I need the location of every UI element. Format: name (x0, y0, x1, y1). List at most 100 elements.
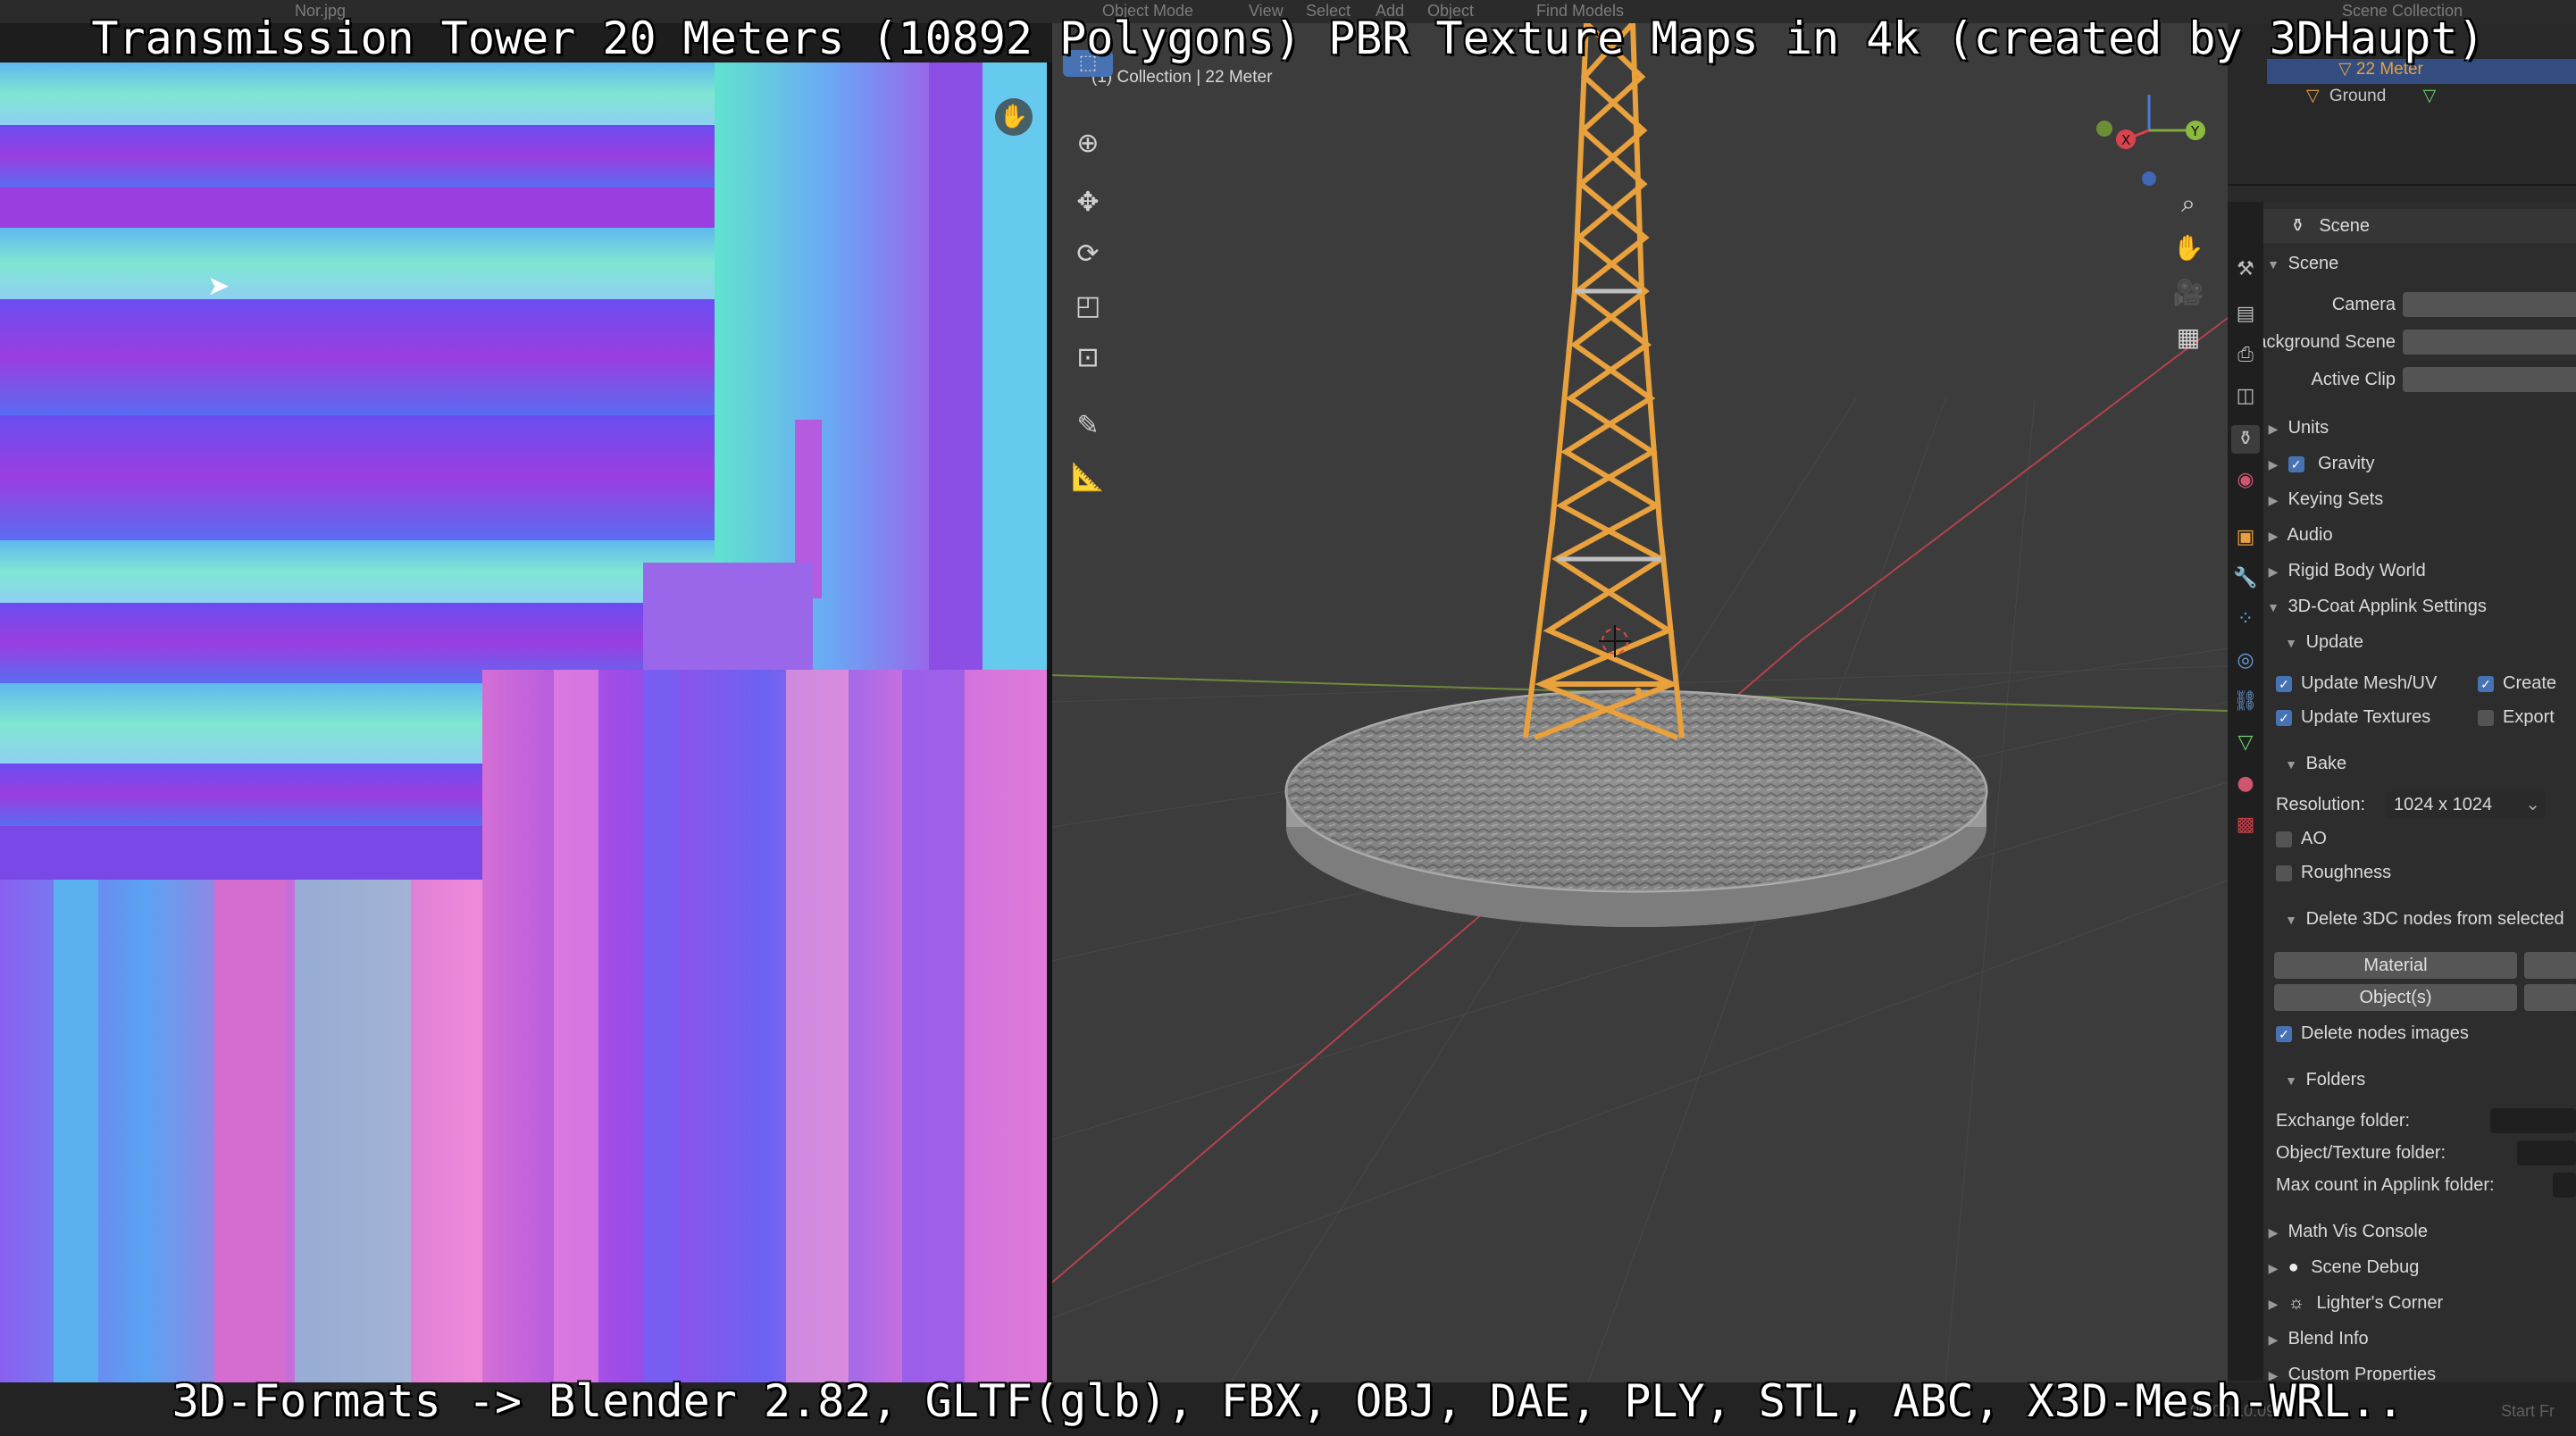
object-texture-folder-label: Object/Texture folder: (2276, 1143, 2446, 1163)
hand-pan-icon[interactable]: ✋ (995, 98, 1033, 136)
image-nav-tools: ✋ (991, 98, 1036, 196)
modifier-tab-icon[interactable]: 🔧 (2231, 564, 2260, 593)
output-tab-icon[interactable]: ⎙ (2231, 341, 2260, 370)
delete-images-checkbox[interactable]: ✓ (2276, 1025, 2292, 1042)
ao-checkbox[interactable] (2276, 831, 2292, 847)
caption-top: Transmission Tower 20 Meters (10892 Poly… (91, 13, 2485, 64)
max-count-field[interactable] (2553, 1173, 2576, 1198)
move-tool-icon[interactable]: ✥ (1063, 180, 1113, 225)
collapsed-triangle-icon: ▶ (2268, 529, 2279, 543)
outliner-item-label: Ground (2329, 87, 2387, 105)
max-count-label: Max count in Applink folder: (2276, 1175, 2495, 1195)
delete-images-row: ✓ Delete nodes images (2263, 1016, 2576, 1050)
rotate-tool-icon[interactable]: ⟳ (1063, 232, 1113, 277)
exchange-folder-field[interactable] (2490, 1108, 2576, 1133)
panel-blend-info[interactable]: ▶ Blend Info (2263, 1322, 2576, 1356)
create-label: Create (2503, 673, 2557, 693)
panel-audio[interactable]: ▶ Audio (2263, 518, 2576, 552)
camera-row: Camera (2263, 288, 2576, 321)
subpanel-bake[interactable]: ▼ Bake (2263, 747, 2576, 781)
panel-math-vis-console[interactable]: ▶ Math Vis Console (2263, 1215, 2576, 1248)
material-tab-icon[interactable]: ● (2231, 770, 2260, 798)
panel-rigid-body-world[interactable]: ▶ Rigid Body World (2263, 554, 2576, 588)
panel-units[interactable]: ▶ Units (2263, 411, 2576, 445)
resolution-label: Resolution: (2276, 795, 2366, 814)
tool-tab-icon[interactable]: ⚒ (2231, 255, 2260, 284)
collapsed-triangle-icon: ▶ (2268, 1261, 2279, 1275)
caption-bottom: 3D-Formats -> Blender 2.82, GLTF(glb), F… (171, 1375, 2405, 1427)
collapsed-triangle-icon: ▶ (2268, 493, 2279, 507)
view-layer-tab-icon[interactable]: ◫ (2231, 382, 2260, 411)
panel-scene[interactable]: ▼ Scene (2263, 246, 2576, 280)
render-tab-icon[interactable]: ▤ (2231, 300, 2260, 329)
panel-keying-sets[interactable]: ▶ Keying Sets (2263, 482, 2576, 516)
panel-scene-debug[interactable]: ▶ ● Scene Debug (2263, 1250, 2576, 1284)
gizmo-x-label: X (2121, 132, 2130, 148)
particles-tab-icon[interactable]: ⁘ (2231, 605, 2260, 634)
ao-label: AO (2301, 829, 2327, 848)
panel-3dcoat-applink[interactable]: ▼ 3D-Coat Applink Settings (2263, 589, 2576, 623)
material-button[interactable]: Material (2274, 952, 2517, 979)
subpanel-delete-nodes-label: Delete 3DC nodes from selected (2305, 909, 2564, 929)
camera-view-icon[interactable]: 🎥 (2167, 271, 2210, 314)
constraints-tab-icon[interactable]: ⛓ (2231, 688, 2260, 716)
roughness-checkbox[interactable] (2276, 864, 2292, 881)
scale-tool-icon[interactable]: ◰ (1063, 284, 1113, 329)
grid-perspective-icon[interactable]: ▦ (2167, 316, 2210, 359)
update-textures-checkbox[interactable]: ✓ (2276, 709, 2292, 726)
background-scene-label: Background Scene (2263, 332, 2396, 352)
viewport-scene (1052, 23, 2228, 1382)
scene-tab-icon[interactable]: ⚱ (2231, 425, 2260, 454)
texture-tab-icon[interactable]: ▩ (2231, 811, 2260, 839)
annotate-tool-icon[interactable]: ✎ (1063, 404, 1113, 448)
object-tab-icon[interactable]: ▣ (2231, 523, 2260, 552)
world-tab-icon[interactable]: ◉ (2231, 466, 2260, 495)
collapsed-triangle-icon: ▶ (2268, 564, 2279, 579)
subpanel-update[interactable]: ▼ Update (2263, 625, 2576, 659)
export-label: Export (2503, 707, 2555, 727)
background-scene-field[interactable] (2403, 330, 2576, 355)
delete-images-label: Delete nodes images (2301, 1023, 2469, 1043)
subpanel-folders[interactable]: ▼ Folders (2263, 1063, 2576, 1097)
collapsed-triangle-icon: ▶ (2268, 422, 2279, 436)
panel-scene-debug-label: Scene Debug (2311, 1257, 2420, 1277)
properties-context-header: ⚱ Scene (2263, 209, 2576, 243)
panel-lighters-corner[interactable]: ▶ ☼ Lighter's Corner (2263, 1286, 2576, 1320)
cursor-tool-icon[interactable]: ⊕ (1063, 121, 1113, 166)
update-mesh-uv-checkbox[interactable]: ✓ (2276, 675, 2292, 692)
hand-pan-icon[interactable]: ✋ (2167, 227, 2210, 270)
measure-tool-icon[interactable]: 📐 (1063, 455, 1113, 500)
circle-icon: ● (2287, 1257, 2299, 1277)
panel-gravity[interactable]: ▶ ✓ Gravity (2263, 447, 2576, 480)
properties-editor: ⚱ Scene ▼ Scene Camera Background Scene … (2263, 202, 2576, 1381)
properties-tabs: ⚒ ▤ ⎙ ◫ ⚱ ◉ ▣ 🔧 ⁘ ◎ ⛓ ▽ ● ▩ (2228, 202, 2263, 1381)
objects-button-secondary[interactable] (2524, 984, 2576, 1011)
update-textures-row: ✓ Update Textures Export (2263, 700, 2576, 734)
chevron-down-icon: ⌄ (2525, 795, 2540, 814)
update-textures-label: Update Textures (2301, 707, 2431, 727)
gravity-checkbox[interactable]: ✓ (2287, 455, 2304, 472)
3d-viewport[interactable]: (1) Collection | 22 Meter ⬚ ⊕ ✥ ⟳ ◰ ⊡ ✎ … (1052, 23, 2228, 1382)
export-checkbox[interactable] (2478, 709, 2494, 726)
resolution-dropdown[interactable]: 1024 x 1024 ⌄ (2387, 791, 2546, 818)
object-texture-folder-field[interactable] (2517, 1140, 2576, 1165)
create-checkbox[interactable]: ✓ (2478, 675, 2494, 692)
transform-tool-icon[interactable]: ⊡ (1063, 336, 1113, 380)
zoom-icon[interactable]: ⌕ (2167, 182, 2210, 225)
panel-keying-sets-label: Keying Sets (2287, 489, 2384, 509)
material-button-secondary[interactable] (2524, 952, 2576, 979)
update-mesh-row: ✓ Update Mesh/UV ✓ Create (2263, 666, 2576, 700)
panel-gravity-label: Gravity (2318, 454, 2375, 473)
expanded-triangle-icon: ▼ (2267, 600, 2279, 614)
objects-button[interactable]: Object(s) (2274, 984, 2517, 1011)
outliner-row-ground[interactable]: ▽ Ground ▽ (2306, 86, 2436, 106)
roughness-label: Roughness (2301, 863, 2392, 882)
subpanel-delete-nodes[interactable]: ▼ Delete 3DC nodes from selected (2263, 902, 2576, 936)
data-tab-icon[interactable]: ▽ (2231, 729, 2260, 757)
image-editor[interactable]: ✋ ➤ (0, 63, 1047, 1382)
camera-field[interactable] (2403, 292, 2576, 317)
active-clip-field[interactable] (2403, 367, 2576, 392)
resolution-value: 1024 x 1024 (2394, 795, 2493, 814)
physics-tab-icon[interactable]: ◎ (2231, 647, 2260, 675)
panel-audio-label: Audio (2287, 525, 2333, 545)
